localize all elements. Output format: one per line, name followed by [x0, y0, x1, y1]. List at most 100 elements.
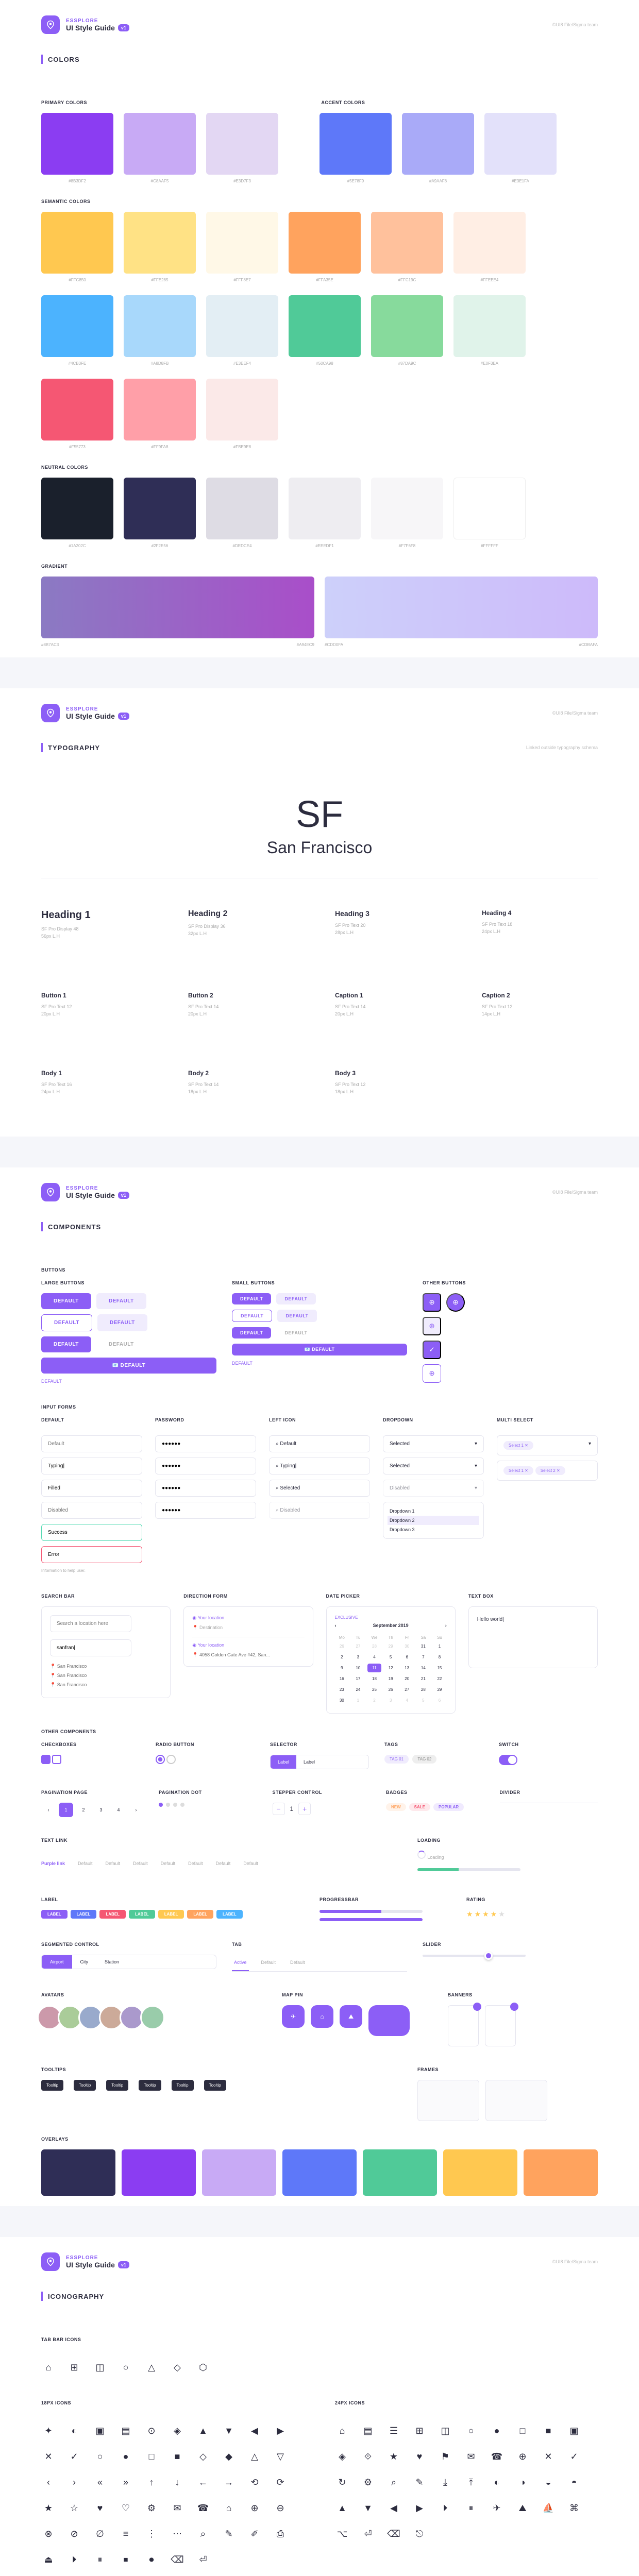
text-link[interactable]: Default: [133, 1861, 148, 1866]
text-link[interactable]: Default: [216, 1861, 231, 1866]
label-chip: LABEL: [129, 1910, 155, 1919]
btn-large-outline[interactable]: DEFAULT: [41, 1314, 92, 1331]
tabs[interactable]: Active Default Default: [232, 1955, 407, 1972]
input-icon[interactable]: ⌕ Selected: [269, 1480, 370, 1497]
icon-glyph: ⊙: [144, 2424, 159, 2438]
btn-icon-2[interactable]: ✓: [423, 1341, 441, 1359]
btn-large-light2[interactable]: DEFAULT: [97, 1314, 147, 1331]
input-icon[interactable]: ⌕ Default: [269, 1435, 370, 1452]
icon-glyph: ■: [170, 2449, 184, 2464]
radio-checked[interactable]: [156, 1755, 165, 1764]
direction-card: ◉ Your location 📍 Destination ◉ Your loc…: [183, 1606, 313, 1667]
input-password[interactable]: [155, 1458, 256, 1475]
icon-glyph: »: [119, 2475, 133, 2489]
input-typing[interactable]: [41, 1458, 142, 1475]
icon-glyph: ◐: [490, 2475, 504, 2489]
date-picker[interactable]: EXCLUSIVE ‹September 2019› MoTuWeThFrSaS…: [326, 1606, 456, 1714]
frame-2: [485, 2080, 547, 2121]
map-pin-3[interactable]: ⛰: [340, 2005, 362, 2028]
btn-sm-primary[interactable]: DEFAULT: [232, 1293, 271, 1304]
pagination[interactable]: ‹1234›: [41, 1803, 143, 1817]
color-swatch: #1A202C: [41, 478, 113, 548]
search-card: 📍 San Francisco 📍 San Francisco 📍 San Fr…: [41, 1606, 171, 1698]
btn-icon-outline[interactable]: ⊕: [423, 1364, 441, 1383]
banner-1: [448, 2005, 479, 2046]
btn-sm-outline[interactable]: DEFAULT: [232, 1310, 272, 1322]
switch-on[interactable]: [499, 1755, 517, 1765]
input-error[interactable]: [41, 1546, 142, 1563]
icon-glyph: ⚙: [144, 2501, 159, 2515]
input-password[interactable]: [155, 1502, 256, 1519]
text-link[interactable]: Default: [243, 1861, 258, 1866]
dropdown[interactable]: Selected ▾: [383, 1458, 484, 1475]
label-chip: LABEL: [99, 1910, 126, 1919]
icon-glyph: ○: [464, 2424, 478, 2438]
btn-sm-light[interactable]: DEFAULT: [276, 1293, 315, 1304]
btn-large-primary[interactable]: DEFAULT: [41, 1293, 91, 1309]
text-link[interactable]: Purple link: [41, 1861, 65, 1866]
icon-glyph: ◫: [93, 2360, 107, 2375]
btn-large-ghost[interactable]: DEFAULT: [96, 1336, 146, 1352]
icon-glyph: ♥: [93, 2501, 107, 2515]
map-pin-2[interactable]: ⌂: [311, 2005, 333, 2028]
type-style: Heading 2SF Pro Display 3632px L.H: [188, 899, 304, 951]
text-link[interactable]: Default: [106, 1861, 121, 1866]
text-link[interactable]: Default: [188, 1861, 203, 1866]
color-swatch: #FFFFFF: [453, 478, 526, 548]
btn-icon-round[interactable]: ⊕: [446, 1293, 465, 1312]
stepper[interactable]: −1+: [273, 1803, 371, 1815]
btn-icon-light[interactable]: ⊕: [423, 1317, 441, 1335]
input-icon: ⌕ Disabled: [269, 1502, 370, 1519]
segmented-control[interactable]: Airport City Station: [41, 1955, 216, 1969]
page-header: ESSPLORE UI Style Guidev1 ©UI8 File/Sigm…: [0, 0, 639, 44]
text-link[interactable]: Default: [78, 1861, 93, 1866]
map-pin-1[interactable]: ✈: [282, 2005, 305, 2028]
input-password[interactable]: [155, 1480, 256, 1497]
multiselect[interactable]: Select 1 ✕Select 2 ✕: [497, 1461, 598, 1481]
multiselect[interactable]: Select 1 ✕ ▾: [497, 1435, 598, 1455]
btn-large-primary2[interactable]: DEFAULT: [41, 1336, 91, 1352]
textbox[interactable]: Hello world|: [468, 1606, 598, 1668]
icon-glyph: ⌥: [335, 2527, 349, 2541]
pagination-dots[interactable]: [159, 1803, 257, 1807]
icon-glyph: ★: [41, 2501, 56, 2515]
rating-stars[interactable]: ★★★★★: [466, 1910, 598, 1919]
slider[interactable]: [423, 1955, 526, 1957]
icon-glyph: ⟐: [361, 2449, 375, 2464]
input-password[interactable]: [155, 1435, 256, 1452]
btn-icon-1[interactable]: ⊕: [423, 1293, 441, 1312]
color-swatch: #EEEDF1: [289, 478, 361, 548]
input-success[interactable]: [41, 1524, 142, 1541]
btn-sm-wide[interactable]: 📧 DEFAULT: [232, 1344, 407, 1355]
btn-sm-light2[interactable]: DEFAULT: [277, 1310, 316, 1322]
tooltip: Tooltip: [204, 2080, 226, 2091]
type-sample-short: SF: [41, 793, 598, 836]
btn-sm-primary2[interactable]: DEFAULT: [232, 1327, 271, 1338]
input-default[interactable]: [41, 1435, 142, 1452]
dropdown[interactable]: Selected ▾: [383, 1435, 484, 1452]
icon-glyph: ◈: [170, 2424, 184, 2438]
search-input[interactable]: [50, 1615, 131, 1632]
text-link[interactable]: Default: [161, 1861, 176, 1866]
selector[interactable]: Label Label: [270, 1755, 369, 1769]
icon-glyph: ●: [119, 2449, 133, 2464]
icon-glyph: ▼: [361, 2501, 375, 2515]
badge: POPULAR: [433, 1803, 464, 1811]
btn-large-light[interactable]: DEFAULT: [96, 1293, 146, 1309]
color-swatch: #5E78F9: [320, 113, 392, 183]
search-input-2[interactable]: [50, 1639, 131, 1656]
btn-large-wide[interactable]: 📧 DEFAULT: [41, 1358, 216, 1374]
checkbox-unchecked[interactable]: [52, 1755, 61, 1764]
tag-1[interactable]: TAG 01: [384, 1755, 409, 1764]
color-swatch: #E3E1FA: [484, 113, 557, 183]
input-filled[interactable]: [41, 1480, 142, 1497]
tag-2[interactable]: TAG 02: [412, 1755, 436, 1764]
input-icon[interactable]: ⌕ Typing|: [269, 1458, 370, 1475]
color-swatch: #A8D8FB: [124, 295, 196, 366]
radio-unchecked[interactable]: [166, 1755, 176, 1764]
checkbox-checked[interactable]: [41, 1755, 51, 1764]
icon-glyph: ↻: [335, 2475, 349, 2489]
color-swatch: #8B3DF2: [41, 113, 113, 183]
btn-sm-ghost[interactable]: DEFAULT: [276, 1327, 315, 1338]
color-swatch: #F55773: [41, 379, 113, 449]
